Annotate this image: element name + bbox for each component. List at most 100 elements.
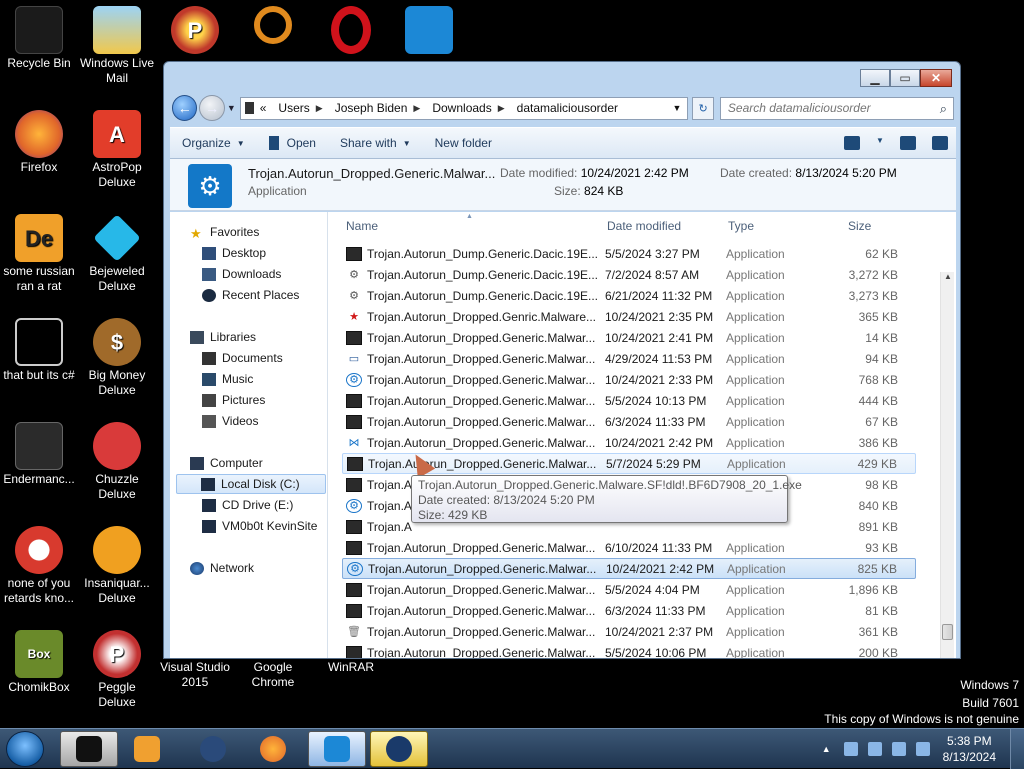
- nav-cd-drive[interactable]: CD Drive (E:): [202, 495, 293, 515]
- maximize-button[interactable]: ▭: [890, 69, 920, 87]
- desktop-icon-russian-rat[interactable]: De some russian ran a rat: [0, 214, 78, 294]
- nav-network[interactable]: Network: [190, 558, 254, 578]
- table-row[interactable]: ★ Trojan.Autorun_Dropped.Genric.Malware..…: [342, 306, 916, 327]
- column-header-date-modified[interactable]: Date modified: [607, 219, 681, 233]
- scroll-thumb[interactable]: [942, 624, 953, 640]
- nav-music[interactable]: Music: [202, 369, 253, 389]
- search-box[interactable]: ⌕: [719, 96, 954, 120]
- network-tray-icon[interactable]: [891, 742, 906, 756]
- column-header-type[interactable]: Type: [728, 219, 754, 233]
- column-header-size[interactable]: Size: [848, 219, 871, 233]
- desktop-icon-that-but-its-csharp[interactable]: that but its c#: [0, 318, 78, 383]
- nav-pictures[interactable]: Pictures: [202, 390, 265, 410]
- music-icon: [202, 372, 216, 386]
- clock[interactable]: 5:38 PM 8/13/2024: [943, 733, 996, 765]
- search-input[interactable]: [720, 97, 931, 119]
- nav-recent-places[interactable]: Recent Places: [202, 285, 299, 305]
- desktop-icon-chuzzle[interactable]: Chuzzle Deluxe: [78, 422, 156, 502]
- desktop-icon-bejeweled[interactable]: Bejeweled Deluxe: [78, 214, 156, 294]
- tray-icon[interactable]: [843, 742, 858, 756]
- nav-vm-share[interactable]: VM0b0t KevinSite: [202, 516, 317, 536]
- forward-button[interactable]: →: [199, 95, 225, 121]
- desktop-icon-chomikbox[interactable]: Box ChomikBox: [0, 630, 78, 695]
- table-row[interactable]: ⚙ Trojan.Autorun_Dump.Generic.Dacic.19E..…: [342, 264, 916, 285]
- taskbar-app-6[interactable]: [370, 731, 428, 767]
- nav-local-disk[interactable]: Local Disk (C:): [176, 474, 326, 494]
- taskbar-app-3[interactable]: [184, 731, 242, 767]
- breadcrumb-datamaliciousorder[interactable]: datamaliciousorder: [517, 101, 618, 115]
- recent-pages-dropdown[interactable]: ▼: [227, 103, 236, 113]
- desktop-icon-big-money[interactable]: $ Big Money Deluxe: [78, 318, 156, 398]
- desktop-icon-magnifier[interactable]: [234, 6, 312, 46]
- taskbar-firefox[interactable]: [244, 731, 302, 767]
- table-row[interactable]: Trojan.Autorun_Dropped.Generic.Malwar...…: [342, 411, 916, 432]
- table-row[interactable]: Trojan.Autorun_Dropped.Generic.Malwar...…: [342, 390, 916, 411]
- nav-computer[interactable]: Computer: [190, 453, 263, 473]
- table-row[interactable]: ⚙ Trojan.Autorun_Dropped.Generic.Malwar..…: [342, 369, 916, 390]
- open-button[interactable]: Open: [257, 128, 328, 158]
- desktop-icon-peggle[interactable]: P Peggle Deluxe: [78, 630, 156, 710]
- file-size: 429 KB: [857, 456, 897, 471]
- desktop-icon-visual-studio[interactable]: Visual Studio 2015: [156, 660, 234, 690]
- organize-button[interactable]: Organize ▼: [170, 128, 257, 158]
- show-desktop-button[interactable]: [1010, 729, 1024, 769]
- view-dropdown-icon[interactable]: ▼: [876, 136, 884, 150]
- breadcrumb-joseph-biden[interactable]: Joseph Biden ▶: [335, 101, 421, 115]
- minimize-button[interactable]: ▁: [860, 69, 890, 87]
- table-row[interactable]: Trojan.Autorun_Dropped.Generic.Malwar...…: [342, 600, 916, 621]
- close-button[interactable]: ✕: [920, 69, 952, 87]
- scroll-up-icon[interactable]: ▲: [941, 272, 955, 286]
- desktop-icon-firefox[interactable]: Firefox: [0, 110, 78, 175]
- search-icon[interactable]: ⌕: [940, 101, 947, 117]
- nav-videos[interactable]: Videos: [202, 411, 258, 431]
- table-row[interactable]: Trojan.Autorun_Dropped.Generic.Malwar...…: [342, 327, 916, 348]
- table-row[interactable]: 🗑 Trojan.Autorun_Dropped.Generic.Malwar..…: [342, 621, 916, 642]
- desktop-icon-opera[interactable]: [312, 6, 390, 56]
- nav-documents[interactable]: Documents: [202, 348, 283, 368]
- nav-downloads[interactable]: Downloads: [202, 264, 281, 284]
- tray-icon[interactable]: [867, 742, 882, 756]
- nav-favorites[interactable]: ★ Favorites: [190, 222, 259, 242]
- desktop-icon-google-chrome[interactable]: Google Chrome: [234, 660, 312, 690]
- address-overflow-chevrons[interactable]: «: [260, 101, 267, 115]
- desktop-icon-astropop[interactable]: A AstroPop Deluxe: [78, 110, 156, 190]
- table-row[interactable]: Trojan.Autorun_Dropped.Generic.Malwar...…: [342, 642, 916, 658]
- volume-icon[interactable]: [915, 742, 930, 756]
- preview-pane-icon[interactable]: [900, 136, 916, 150]
- nav-desktop[interactable]: Desktop: [202, 243, 266, 263]
- table-row[interactable]: ▭ Trojan.Autorun_Dropped.Generic.Malwar..…: [342, 348, 916, 369]
- nav-libraries[interactable]: Libraries: [190, 327, 256, 347]
- back-button[interactable]: ←: [172, 95, 198, 121]
- console-app-icon: [347, 456, 363, 471]
- refresh-button[interactable]: ↻: [692, 96, 714, 120]
- desktop-icon-insaniquarium[interactable]: Insaniquar... Deluxe: [78, 526, 156, 606]
- share-with-button[interactable]: Share with ▼: [328, 128, 423, 158]
- taskbar-media-player[interactable]: [118, 731, 176, 767]
- desktop-icon-game-p[interactable]: P: [156, 6, 234, 56]
- column-header-name[interactable]: Name: [346, 219, 378, 233]
- start-button[interactable]: [6, 731, 44, 767]
- address-bar[interactable]: « Users ▶ Joseph Biden ▶ Downloads ▶ datama…: [239, 96, 689, 120]
- change-view-icon[interactable]: [844, 136, 860, 150]
- taskbar-explorer[interactable]: [308, 731, 366, 767]
- address-history-dropdown[interactable]: ▼: [672, 103, 681, 113]
- desktop-icon-endermanc[interactable]: Endermanc...: [0, 422, 78, 487]
- breadcrumb-downloads[interactable]: Downloads ▶: [432, 101, 504, 115]
- table-row[interactable]: ⚙ Trojan.Autorun_Dump.Generic.Dacic.19E..…: [342, 285, 916, 306]
- desktop-icon-winrar[interactable]: WinRAR: [312, 660, 390, 675]
- desktop-icon-search-app[interactable]: [390, 6, 468, 56]
- help-icon[interactable]: [932, 136, 948, 150]
- table-row[interactable]: Trojan.Autorun_Dropped.Generic.Malwar...…: [342, 537, 916, 558]
- taskbar-app-1[interactable]: [60, 731, 118, 767]
- breadcrumb-users[interactable]: Users ▶: [278, 101, 322, 115]
- tray-overflow-icon[interactable]: ▲: [822, 744, 831, 754]
- table-row[interactable]: Trojan.Autorun_Dump.Generic.Dacic.19E...…: [342, 243, 916, 264]
- table-row[interactable]: Trojan.Autorun_Dropped.Generic.Malwar...…: [342, 579, 916, 600]
- vertical-scrollbar[interactable]: ▲: [940, 272, 954, 658]
- table-row[interactable]: ⋈ Trojan.Autorun_Dropped.Generic.Malwar..…: [342, 432, 916, 453]
- new-folder-button[interactable]: New folder: [423, 128, 504, 158]
- table-row[interactable]: ⚙ Trojan.Autorun_Dropped.Generic.Malwar..…: [342, 558, 916, 579]
- desktop-icon-none-of-you[interactable]: none of you retards kno...: [0, 526, 78, 606]
- desktop-icon-windows-live-mail[interactable]: Windows Live Mail: [78, 6, 156, 86]
- desktop-icon-recycle-bin[interactable]: Recycle Bin: [0, 6, 78, 71]
